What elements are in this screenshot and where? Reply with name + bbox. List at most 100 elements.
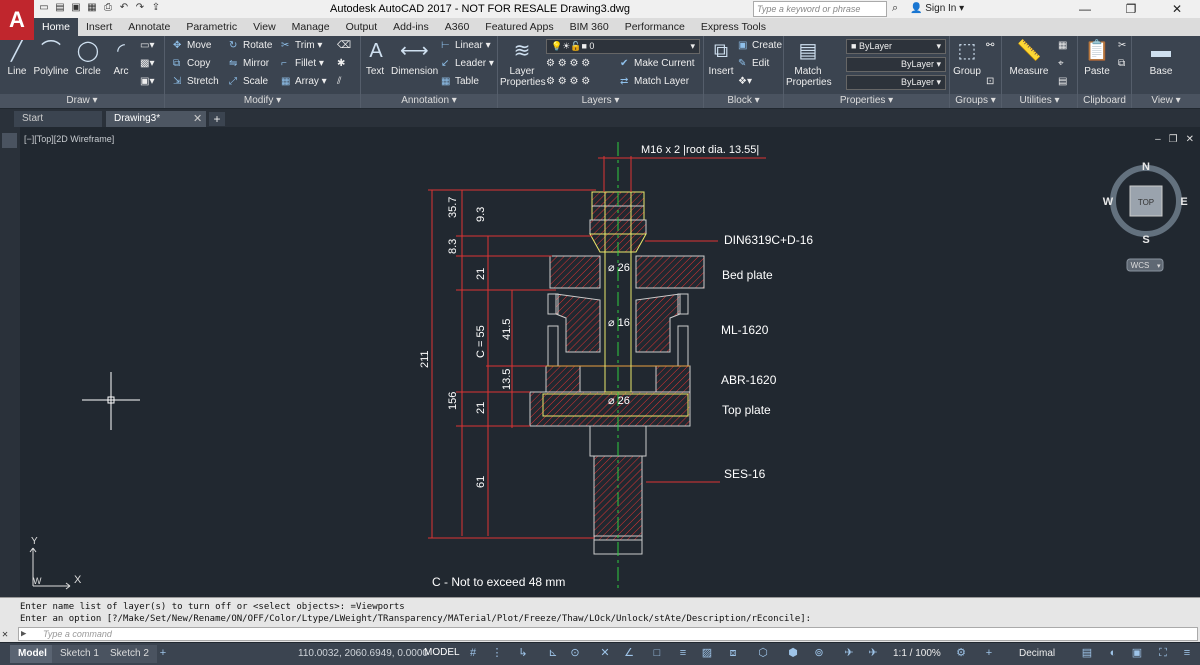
trim-button[interactable]: ✂ Trim ▾ xyxy=(281,40,322,51)
group-select-icon[interactable]: ⊡ xyxy=(986,76,994,87)
lineweight-icon[interactable]: ≡ xyxy=(676,646,690,660)
wcs-menu[interactable]: WCS xyxy=(1131,261,1150,270)
transparency-icon[interactable]: ▨ xyxy=(700,646,714,660)
file-tab-start[interactable]: Start xyxy=(14,111,102,127)
app-menu-button[interactable]: A xyxy=(0,0,34,40)
customization-menu-icon[interactable]: ≡ xyxy=(1180,646,1194,660)
gear-icon[interactable]: ⚙ xyxy=(954,646,968,660)
command-input[interactable]: ✕ ▶ Type a command xyxy=(2,627,1198,641)
modify-group-label[interactable]: Modify ▾ xyxy=(165,94,360,108)
measure-button[interactable]: 📏 Measure xyxy=(1008,38,1050,77)
hatch-icon[interactable]: ▩▾ xyxy=(140,58,154,69)
tab-featured-apps[interactable]: Featured Apps xyxy=(477,18,561,36)
insert-button[interactable]: ⧉ Insert xyxy=(706,38,736,77)
mirror-button[interactable]: ⇋ Mirror xyxy=(229,58,269,69)
close-tab-icon[interactable]: ✕ xyxy=(193,112,202,125)
layer-properties-button[interactable]: ≋ Layer Properties xyxy=(500,38,546,88)
tab-express-tools[interactable]: Express Tools xyxy=(693,18,774,36)
tab-view[interactable]: View xyxy=(245,18,284,36)
tab-a360[interactable]: A360 xyxy=(437,18,478,36)
tab-manage[interactable]: Manage xyxy=(284,18,338,36)
tab-parametric[interactable]: Parametric xyxy=(178,18,245,36)
leader-button[interactable]: ↙ Leader ▾ xyxy=(441,58,494,69)
layer-state-icon[interactable]: ⚙ ⚙ ⚙ ⚙ xyxy=(546,76,590,87)
dimension-button[interactable]: ⟷ Dimension xyxy=(391,38,438,77)
color-dropdown[interactable]: ■ ByLayer ▾ xyxy=(846,39,946,54)
ortho-icon[interactable]: ⊾ xyxy=(546,646,560,660)
rectangle-icon[interactable]: ▭▾ xyxy=(140,40,154,51)
tab-annotate[interactable]: Annotate xyxy=(120,18,178,36)
annotation-scale[interactable]: 1:1 / 100% xyxy=(893,648,941,659)
add-layout-icon[interactable]: + xyxy=(156,646,170,660)
array-button[interactable]: ▦ Array ▾ xyxy=(281,76,327,87)
new-tab-button[interactable]: + xyxy=(209,112,225,126)
block-attr-icon[interactable]: ❖▾ xyxy=(738,76,752,87)
minimize-button[interactable]: — xyxy=(1062,0,1108,18)
tab-output[interactable]: Output xyxy=(338,18,386,36)
stretch-button[interactable]: ⇲ Stretch xyxy=(173,76,219,87)
scale-button[interactable]: ⤢ Scale xyxy=(229,76,268,87)
isolate-objects-icon[interactable]: ◐ xyxy=(1106,646,1120,660)
tab-performance[interactable]: Performance xyxy=(617,18,693,36)
annotation-group-label[interactable]: Annotation ▾ xyxy=(361,94,497,108)
match-properties-button[interactable]: ▤ Match Properties xyxy=(786,38,832,88)
search-icon[interactable]: ⌕ xyxy=(892,2,898,15)
auto-scale-icon[interactable]: ✈ xyxy=(866,646,880,660)
compass-e[interactable]: E xyxy=(1180,196,1187,208)
explode-icon[interactable]: ✱ xyxy=(337,58,345,69)
table-button[interactable]: ▦ Table xyxy=(441,76,479,87)
layers-group-label[interactable]: Layers ▾ xyxy=(498,94,703,108)
view-group-label[interactable]: View ▾ xyxy=(1132,94,1200,108)
circle-button[interactable]: ◯ Circle xyxy=(74,38,102,77)
create-button[interactable]: ▣ Create xyxy=(738,40,782,51)
viewcube[interactable]: TOP N S E W WCS ▾ xyxy=(1103,161,1188,272)
close-command-icon[interactable]: ✕ xyxy=(2,629,8,640)
infer-constraints-icon[interactable]: ↳ xyxy=(516,646,530,660)
compass-s[interactable]: S xyxy=(1142,234,1149,246)
model-space-button[interactable]: MODEL xyxy=(424,647,460,658)
layer-tools-icon[interactable]: ⚙ ⚙ ⚙ ⚙ xyxy=(546,58,590,69)
osnap-tracking-icon[interactable]: ✕ xyxy=(598,646,612,660)
rotate-button[interactable]: ↻ Rotate xyxy=(229,40,272,51)
snap-icon[interactable]: ⋮ xyxy=(490,646,504,660)
quick-properties-icon[interactable]: ▤ xyxy=(1080,646,1094,660)
tab-model[interactable]: Model xyxy=(10,645,55,663)
make-current-button[interactable]: ✔ Make Current xyxy=(620,58,695,69)
command-prompt-icon[interactable]: ▶ xyxy=(21,629,26,639)
quick-calc-icon[interactable]: ▤ xyxy=(1058,76,1067,87)
grid-icon[interactable]: # xyxy=(466,646,480,660)
units-dropdown[interactable]: Decimal xyxy=(1019,648,1055,659)
lineweight-dropdown[interactable]: ByLayer ▾ xyxy=(846,75,946,90)
polyline-button[interactable]: ⌒ Polyline xyxy=(32,38,70,77)
restore-button[interactable]: ❐ xyxy=(1108,0,1154,18)
compass-n[interactable]: N xyxy=(1142,161,1150,173)
file-tab-drawing3[interactable]: Drawing3* xyxy=(106,111,206,127)
compass-w[interactable]: W xyxy=(1103,196,1114,208)
3d-osnap-icon[interactable]: ⬡ xyxy=(756,646,770,660)
calculator-icon[interactable]: ▦ xyxy=(1058,40,1067,51)
match-layer-button[interactable]: ⇄ Match Layer xyxy=(620,76,689,87)
block-group-label[interactable]: Block ▾ xyxy=(704,94,783,108)
drawing-canvas[interactable]: Y X W TOP N S E W WCS ▾ M16 x 2 |root di… xyxy=(20,128,1200,596)
close-button[interactable]: ✕ xyxy=(1154,0,1200,18)
ungroup-icon[interactable]: ⚯ xyxy=(986,40,994,51)
groups-group-label[interactable]: Groups ▾ xyxy=(950,94,1001,108)
base-button[interactable]: ▬ Base xyxy=(1146,38,1176,77)
region-icon[interactable]: ▣▾ xyxy=(140,76,154,87)
text-button[interactable]: A Text xyxy=(363,38,387,77)
properties-group-label[interactable]: Properties ▾ xyxy=(784,94,949,108)
cut-icon[interactable]: ✂ xyxy=(1118,40,1126,51)
selection-filter-icon[interactable]: ⊚ xyxy=(812,646,826,660)
tab-sketch-2[interactable]: Sketch 2 xyxy=(102,645,157,663)
utilities-group-label[interactable]: Utilities ▾ xyxy=(1002,94,1077,108)
draw-group-label[interactable]: Draw ▾ xyxy=(0,94,164,108)
linetype-dropdown[interactable]: ByLayer ▾ xyxy=(846,57,946,72)
polar-icon[interactable]: ⊙ xyxy=(568,646,582,660)
tab-sketch-1[interactable]: Sketch 1 xyxy=(52,645,107,663)
fillet-button[interactable]: ⌐ Fillet ▾ xyxy=(281,58,324,69)
dynamic-ucs-icon[interactable]: ⬢ xyxy=(786,646,800,660)
osnap-icon[interactable]: □ xyxy=(650,646,664,660)
search-input[interactable]: Type a keyword or phrase xyxy=(753,1,887,17)
linear-button[interactable]: ⊢ Linear ▾ xyxy=(441,40,491,51)
tab-add-ins[interactable]: Add-ins xyxy=(385,18,437,36)
